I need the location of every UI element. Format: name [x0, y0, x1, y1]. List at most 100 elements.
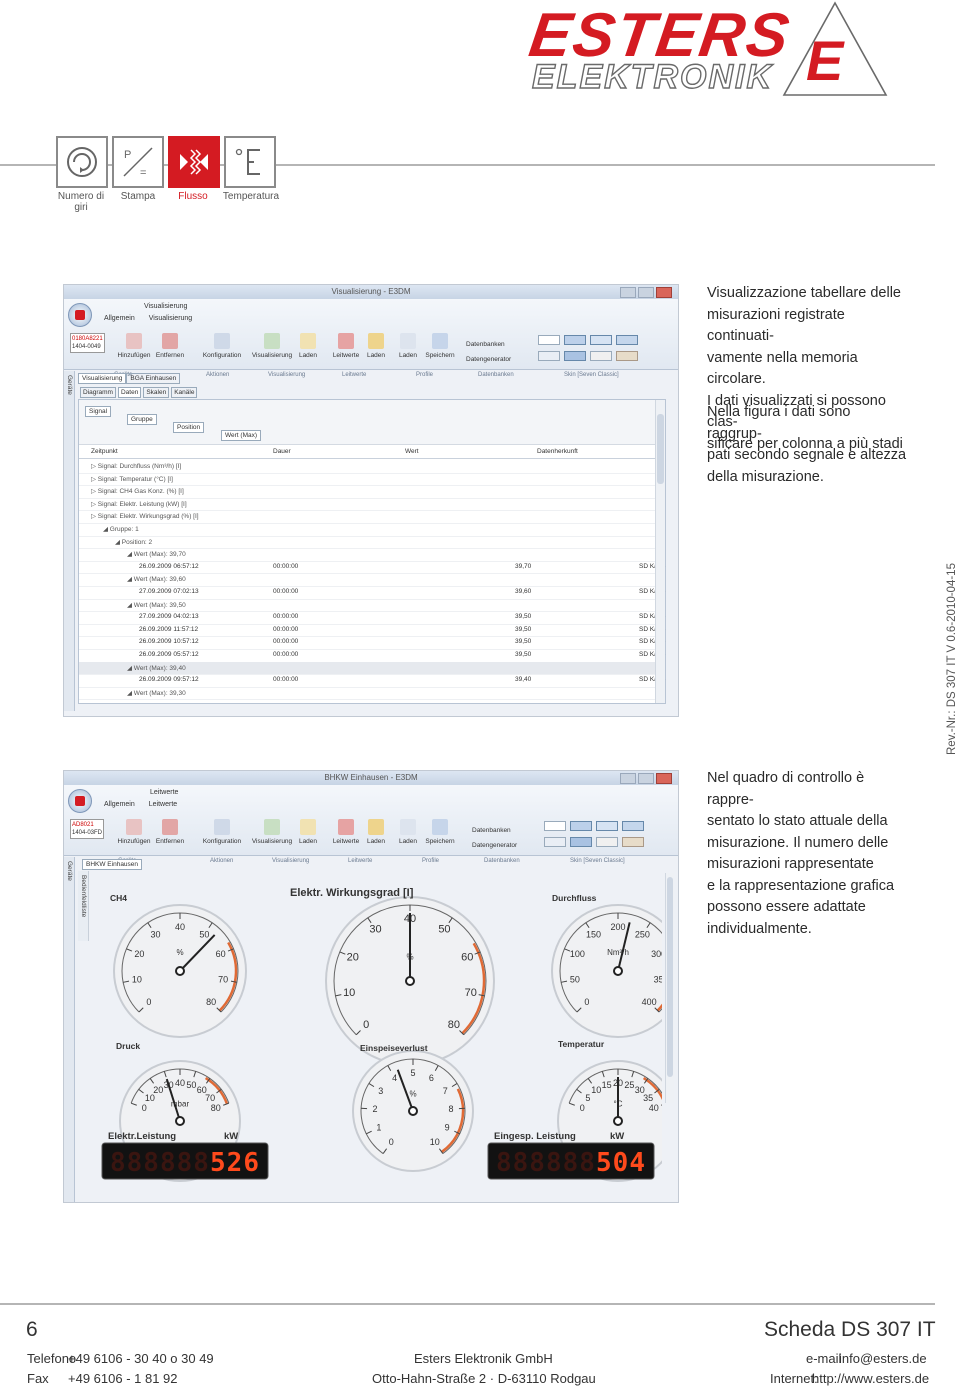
svg-text:P: P: [124, 149, 131, 161]
doc-tab-visualisierung[interactable]: Visualisierung: [78, 373, 127, 384]
save-profile-button[interactable]: Speichern: [422, 333, 458, 359]
databases-button[interactable]: Datenbanken: [466, 337, 511, 352]
table-row[interactable]: ◢ Gruppe: 1: [79, 523, 655, 537]
gauge-tick-label: 4: [392, 1073, 397, 1083]
table-row[interactable]: ▷ Signal: Elektr. Leistung (kW) [I]: [79, 498, 655, 512]
column-header-source[interactable]: Datenherkunft: [537, 448, 578, 455]
table-row[interactable]: ◢ Position: 2: [79, 536, 655, 550]
group-chip-group[interactable]: Gruppe: [127, 414, 157, 425]
gauge-title: Temperatur: [558, 1039, 605, 1049]
column-header-time[interactable]: Zeitpunkt: [91, 448, 118, 455]
gauge-unit: Nm³/h: [607, 948, 629, 957]
pressure-icon[interactable]: P =: [112, 136, 164, 188]
app-orb-icon[interactable]: [68, 789, 92, 813]
data-generator-button[interactable]: Datengenerator: [466, 352, 511, 367]
table-row[interactable]: ◢ Wert (Max): 39,40: [79, 661, 655, 676]
table-row[interactable]: 27.09.2009 04:02:13 00:00:00 39,50 SD Karte: [79, 611, 665, 625]
skin-gallery[interactable]: [538, 335, 648, 361]
app-orb-icon[interactable]: [68, 303, 92, 327]
device-card-2[interactable]: AD8021 1404-03FD: [70, 819, 105, 839]
tab-visualisierung[interactable]: Visualisierung: [149, 315, 192, 322]
minimize-icon[interactable]: [620, 287, 636, 298]
table-row[interactable]: ◢ Wert (Max): 39,30: [79, 687, 655, 701]
gauge-tick-label: 25: [624, 1080, 634, 1090]
table-row[interactable]: 26.09.2009 06:57:12 00:00:00 39,70 SD Karte: [79, 561, 665, 575]
table-row[interactable]: ▷ Signal: Temperatur (°C) [I]: [79, 473, 655, 487]
doc-tab-bhkw[interactable]: BHKW Einhausen: [82, 859, 143, 870]
remove-button-2[interactable]: Entfernen: [152, 819, 188, 845]
table-row[interactable]: ▷ Signal: Elektr. Wirkungsgrad (%) [I]: [79, 510, 655, 524]
load-profile-button-2[interactable]: Laden: [390, 819, 426, 845]
sub-tab-diagram[interactable]: Diagramm: [80, 387, 116, 398]
row-group-label: ◢ Wert (Max): 39,70: [127, 551, 186, 559]
skin-gallery-2[interactable]: [544, 821, 654, 847]
maximize-icon[interactable]: [638, 773, 654, 784]
tab-allgemein-2[interactable]: Allgemein: [104, 801, 135, 808]
temperature-icon[interactable]: [224, 136, 276, 188]
table-row[interactable]: 26.09.2009 09:57:12 00:00:00 39,40 SD Karte: [79, 674, 665, 688]
cell-dur: 00:00:00: [273, 613, 299, 621]
add-button-2[interactable]: Hinzufügen: [116, 819, 152, 845]
tab-allgemein[interactable]: Allgemein: [104, 315, 135, 322]
remove-button[interactable]: Entfernen: [152, 333, 188, 359]
load-profile-button[interactable]: Laden: [390, 333, 426, 359]
table-row[interactable]: ▷ Signal: CH4 Gas Konz. (%) [I]: [79, 485, 655, 499]
table-row[interactable]: ◢ Wert (Max): 39,70: [79, 548, 655, 562]
add-button[interactable]: Hinzufügen: [116, 333, 152, 359]
email-link[interactable]: info@esters.de: [839, 1351, 927, 1366]
sub-tab-data[interactable]: Daten: [117, 387, 142, 398]
gauge-unit: %: [409, 1089, 416, 1098]
screenshot-dashboard: BHKW Einhausen - E3DM Allgemein Leitwert…: [63, 770, 679, 1203]
table-row[interactable]: ◢ Wert (Max): 39,50: [79, 599, 655, 613]
group-chip-signal[interactable]: Signal: [85, 406, 112, 417]
device-sidebar-2[interactable]: Geräte: [64, 857, 75, 1202]
load-limits-button-2[interactable]: Laden: [358, 819, 394, 845]
context-tab[interactable]: Visualisierung: [144, 303, 187, 310]
web-link[interactable]: http://www.esters.de: [812, 1371, 929, 1386]
table-row[interactable]: 26.09.2009 10:57:12 00:00:00 39,50 SD Karte: [79, 636, 665, 650]
table-row[interactable]: 26.09.2009 11:57:12 00:00:00 39,50 SD Karte: [79, 624, 665, 638]
load-visualization-button-2[interactable]: Laden: [290, 819, 326, 845]
cell-time: 26.09.2009 06:57:12: [139, 562, 199, 570]
ribbon-tabs-2: Allgemein Leitwerte: [104, 801, 177, 808]
context-tab-2[interactable]: Leitwerte: [150, 789, 178, 796]
dashboard-scrollbar[interactable]: [665, 873, 674, 1103]
device-sidebar[interactable]: Geräte: [64, 371, 75, 711]
sub-tab-channels[interactable]: Kanäle: [171, 387, 198, 398]
table-row[interactable]: 27.09.2009 07:02:13 00:00:00 39,60 SD Karte: [79, 586, 665, 600]
table-row[interactable]: ◢ Wert (Max): 39,60: [79, 573, 655, 587]
close-icon[interactable]: [656, 773, 672, 784]
maximize-icon[interactable]: [638, 287, 654, 298]
doc-tab-bga[interactable]: BGA Einhausen: [126, 373, 181, 384]
row-group-label: ◢ Gruppe: 1: [103, 526, 139, 533]
load-visualization-button[interactable]: Laden: [290, 333, 326, 359]
remove-device-icon: [162, 819, 178, 835]
visualization-button[interactable]: Visualisierung: [250, 333, 294, 359]
sub-tab-scales[interactable]: Skalen: [143, 387, 170, 398]
group-chip-position[interactable]: Position: [173, 422, 205, 433]
grid-scrollbar[interactable]: [655, 400, 665, 703]
gauge-tick-label: 50: [199, 929, 209, 939]
configuration-button[interactable]: Konfiguration: [200, 333, 244, 359]
device-card[interactable]: 0180A8221 1404-0049: [70, 333, 105, 353]
column-header-duration[interactable]: Dauer: [273, 448, 291, 455]
visualization-button-2[interactable]: Visualisierung: [250, 819, 294, 845]
page-number: 6: [26, 1318, 38, 1341]
table-row[interactable]: ▷ Signal: Durchfluss (Nm³/h) [I]: [79, 460, 655, 474]
gauge-hub: [408, 1106, 418, 1116]
panel-list-sidebar[interactable]: Bedienfeldliste: [78, 871, 89, 941]
group-chip-value[interactable]: Wert (Max): [221, 430, 262, 441]
table-row[interactable]: 26.09.2009 05:57:12 00:00:00 39,50 SD Karte: [79, 649, 665, 663]
tab-leitwerte[interactable]: Leitwerte: [149, 801, 177, 808]
minimize-icon[interactable]: [620, 773, 636, 784]
load-limits-button[interactable]: Laden: [358, 333, 394, 359]
databases-button-2[interactable]: Datenbanken: [472, 823, 517, 838]
close-icon[interactable]: [656, 287, 672, 298]
gauge-tick-label: 10: [591, 1085, 601, 1095]
save-profile-button-2[interactable]: Speichern: [422, 819, 458, 845]
configuration-button-2[interactable]: Konfiguration: [200, 819, 244, 845]
data-generator-button-2[interactable]: Datengenerator: [472, 838, 517, 853]
column-header-value[interactable]: Wert: [405, 448, 419, 455]
flow-icon[interactable]: [168, 136, 220, 188]
rotation-icon[interactable]: [56, 136, 108, 188]
